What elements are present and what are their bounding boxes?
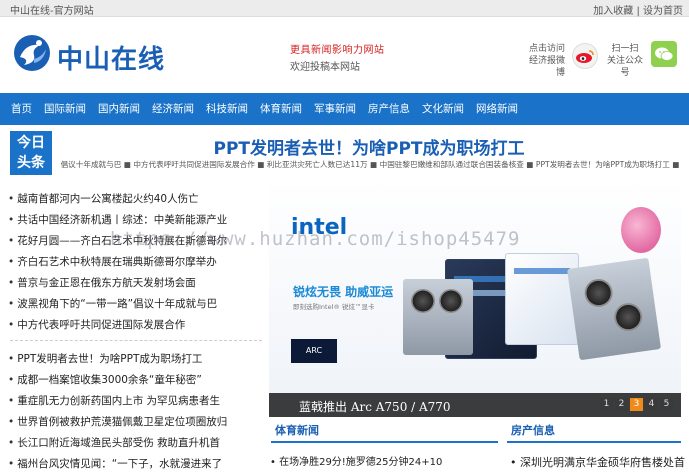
- welcome-text: 欢迎投稿本网站: [290, 62, 360, 73]
- logo-icon[interactable]: [12, 33, 52, 73]
- nav-item[interactable]: 文化新闻: [416, 93, 470, 125]
- headline-link[interactable]: PPT发明者去世！为啥PPT成为职场打工: [60, 134, 678, 159]
- badge-line2: 头条: [17, 155, 45, 171]
- nav-item[interactable]: 网络新闻: [470, 93, 524, 125]
- news-list-item[interactable]: 越南首都河内一公寓楼起火约40人伤亡: [8, 189, 264, 210]
- carousel-page-button[interactable]: 2: [615, 398, 628, 411]
- mascot-icon: [621, 207, 661, 253]
- weibo-label-line1: 点击访问: [528, 44, 565, 54]
- news-list-bottom: PPT发明者去世！为啥PPT成为职场打工成都一档案馆收集3000余条“童年秘密”…: [8, 349, 264, 473]
- badge-line1: 今日: [17, 135, 45, 151]
- sports-section-title[interactable]: 体育新闻: [271, 424, 319, 437]
- nav-item[interactable]: 体育新闻: [254, 93, 308, 125]
- house-news-item[interactable]: 深圳光明满京华金硕华府售楼处首: [510, 454, 685, 470]
- news-list-item[interactable]: 普京与金正恩在俄东方航天发射场会面: [8, 273, 264, 294]
- weibo-label[interactable]: 点击访问 经济报微博: [521, 43, 565, 79]
- news-list-item[interactable]: 世界首例被救护荒漠猫佩戴卫星定位项圈放归: [8, 412, 264, 433]
- wechat-label[interactable]: 扫一扫 关注公众号: [604, 43, 646, 79]
- carousel-page-button[interactable]: 1: [600, 398, 613, 411]
- wechat-label-line1: 扫一扫: [611, 44, 639, 54]
- gpu-card-left: [403, 279, 473, 355]
- promo-body: 即刻选购Intel® 锐炫™显卡: [293, 303, 375, 311]
- carousel-caption-bar: 蓝戟推出 Arc A750 / A770 12345: [269, 393, 681, 417]
- news-list-item[interactable]: 长江口附近海域渔民头部受伤 救助直升机首: [8, 433, 264, 454]
- top-bar: 中山在线-官方网站 加入收藏 | 设为首页: [0, 0, 689, 17]
- news-list-item[interactable]: 波黑视角下的“一带一路”倡议十年成就与巴: [8, 294, 264, 315]
- carousel-page-button[interactable]: 5: [660, 398, 673, 411]
- wechat-icon[interactable]: [651, 41, 677, 67]
- news-list-item[interactable]: 中方代表呼吁共同促进国际发展合作: [8, 315, 264, 336]
- weibo-label-line2: 经济报微博: [528, 56, 565, 78]
- headline-subheads[interactable]: 倡议十年成就与巴 ■ 中方代表呼吁共同促进国际发展合作 ■ 利比亚洪灾死亡人数已…: [60, 159, 680, 170]
- house-section-header: 房产信息: [507, 421, 681, 443]
- news-list-item[interactable]: 齐白石艺术中秋特展在瑞典斯德哥尔摩举办: [8, 252, 264, 273]
- house-section-title[interactable]: 房产信息: [507, 424, 555, 437]
- image-carousel[interactable]: intel 锐炫无畏 助威亚运 即刻选购Intel® 锐炫™显卡 ARC 蓝戟推…: [269, 179, 681, 417]
- nav-item[interactable]: 科技新闻: [200, 93, 254, 125]
- nav-list: 首页 国际新闻 国内新闻 经济新闻 科技新闻 体育新闻 军事新闻 房产信息 文化新闻 网络新闻: [0, 93, 689, 125]
- nav-item[interactable]: 军事新闻: [308, 93, 362, 125]
- wechat-label-line2: 关注公众号: [606, 56, 643, 78]
- main-nav: 首页 国际新闻 国内新闻 经济新闻 科技新闻 体育新闻 军事新闻 房产信息 文化新闻 网络新闻: [0, 93, 689, 125]
- news-list-item[interactable]: 成都一档案馆收集3000余条“童年秘密”: [8, 370, 264, 391]
- list-divider: [10, 340, 262, 341]
- sports-news-item[interactable]: 在场净胜29分!施罗德25分钟24+10: [270, 453, 442, 468]
- nav-item[interactable]: 国际新闻: [38, 93, 92, 125]
- arc-badge: ARC: [291, 339, 337, 363]
- nav-item[interactable]: 经济新闻: [146, 93, 200, 125]
- site-header: 中山在线 更具新闻影响力网站 欢迎投稿本网站 点击访问 经济报微博 扫一扫 关注…: [0, 17, 689, 93]
- news-list-item[interactable]: PPT发明者去世！为啥PPT成为职场打工: [8, 349, 264, 370]
- sports-section-header: 体育新闻: [271, 421, 498, 443]
- nav-item[interactable]: 首页: [4, 93, 38, 125]
- carousel-page-button[interactable]: 4: [645, 398, 658, 411]
- gpu-card-right: [566, 257, 662, 361]
- carousel-page-button[interactable]: 3: [630, 398, 643, 411]
- promo-title: 锐炫无畏 助威亚运: [293, 285, 394, 299]
- news-list-item[interactable]: 重症肌无力创新药国内上市 为罕见病患者生: [8, 391, 264, 412]
- news-list-item[interactable]: 福州台风灾情见闻：“一下子，水就漫进来了: [8, 454, 264, 473]
- gpu-box-medium: [505, 253, 579, 345]
- watermark: https://www.huzhan.com/ishop45479: [110, 228, 521, 250]
- today-headline-badge: 今日 头条: [10, 131, 52, 175]
- logo-text[interactable]: 中山在线: [57, 39, 165, 76]
- news-list-top: 越南首都河内一公寓楼起火约40人伤亡共话中国经济新机遇丨综述：中美新能源产业花好…: [8, 189, 264, 336]
- nav-item[interactable]: 房产信息: [362, 93, 416, 125]
- top-links[interactable]: 加入收藏 | 设为首页: [593, 2, 683, 17]
- carousel-caption[interactable]: 蓝戟推出 Arc A750 / A770: [299, 398, 451, 415]
- slogan: 更具新闻影响力网站: [290, 45, 385, 56]
- site-name: 中山在线-官方网站: [10, 6, 94, 17]
- nav-item[interactable]: 国内新闻: [92, 93, 146, 125]
- carousel-pager: 12345: [600, 398, 673, 411]
- weibo-icon[interactable]: [572, 43, 598, 69]
